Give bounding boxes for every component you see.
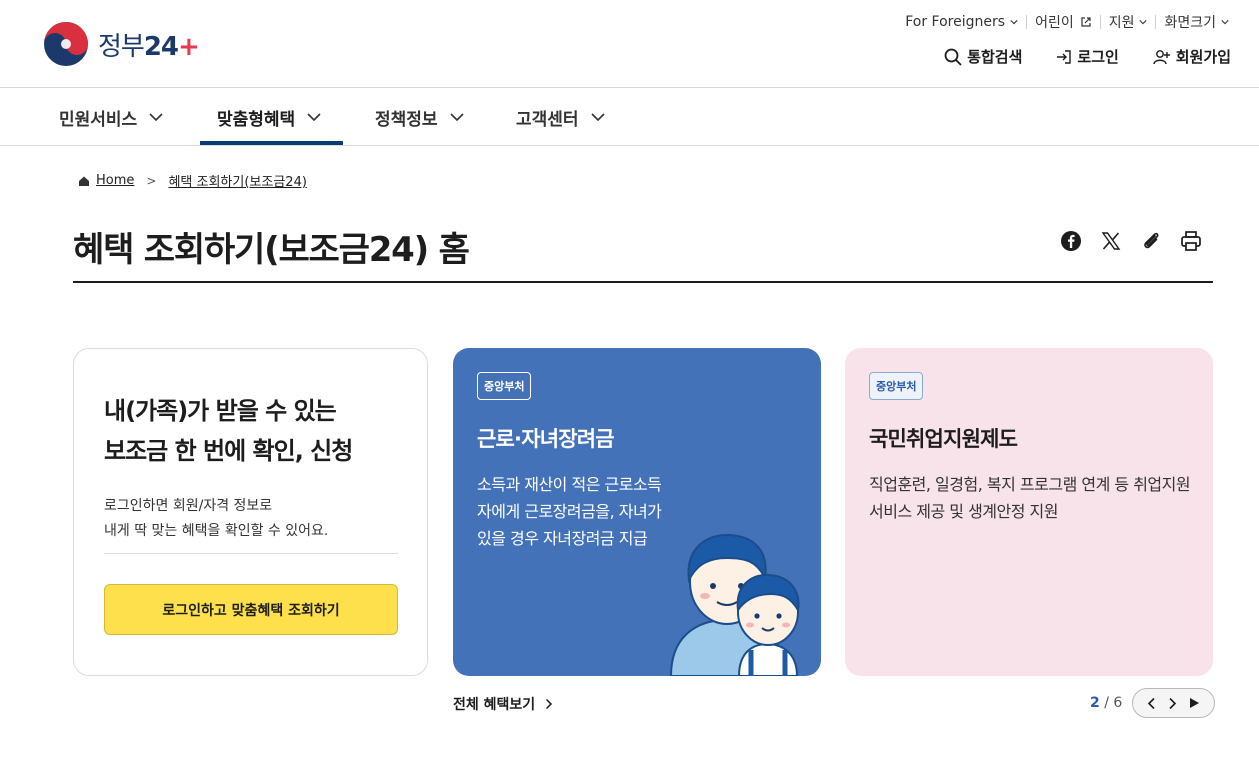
prev-button[interactable]: [1147, 697, 1156, 710]
page-title: 혜택 조회하기(보조금24) 홈: [73, 230, 470, 270]
login-and-check-benefits-button[interactable]: 로그인하고 맞춤혜택 조회하기: [104, 584, 398, 635]
link-icon[interactable]: [1138, 228, 1164, 254]
search-label: 통합검색: [967, 48, 1023, 66]
view-all-label: 전체 혜택보기: [453, 697, 536, 713]
breadcrumb-separator-icon: >: [146, 173, 157, 188]
login-button[interactable]: 로그인: [1056, 46, 1119, 67]
nav-label: 고객센터: [516, 109, 579, 130]
chevron-down-icon: [590, 112, 605, 121]
add-user-icon: [1153, 49, 1170, 64]
for-foreigners-menu[interactable]: For Foreigners: [897, 14, 1026, 30]
login-icon: [1057, 49, 1072, 64]
chevron-right-icon: [546, 698, 553, 710]
login-card-title: 내(가족)가 받을 수 있는 보조금 한 번에 확인, 신청: [104, 397, 353, 465]
chevron-down-icon: [1139, 20, 1148, 25]
for-foreigners-label: For Foreigners: [905, 14, 1006, 30]
benefit-card-earned-income[interactable]: 중앙부처 근로·자녀장려금 소득과 재산이 적은 근로소득자에게 근로장려금을,…: [453, 348, 821, 676]
signup-button[interactable]: 회원가입: [1153, 46, 1231, 67]
nav-label: 맞춤형혜택: [217, 109, 296, 130]
facebook-icon[interactable]: [1058, 228, 1084, 254]
divider: [104, 553, 398, 554]
support-menu[interactable]: 지원: [1101, 12, 1156, 32]
breadcrumb-current[interactable]: 혜택 조회하기(보조금24): [168, 171, 306, 190]
main-navigation: 민원서비스 맞춤형혜택 정책정보 고객센터: [0, 88, 1259, 146]
logo-text: 정부24+: [98, 31, 200, 62]
screen-size-label: 화면크기: [1164, 15, 1216, 31]
benefit-title: 근로·자녀장려금: [477, 427, 615, 451]
next-button[interactable]: [1168, 697, 1177, 710]
view-all-benefits-link[interactable]: 전체 혜택보기: [453, 694, 553, 714]
external-link-icon: [1081, 17, 1091, 27]
breadcrumb-home[interactable]: Home: [78, 173, 134, 188]
carousel-counter: 2 / 6: [1090, 695, 1123, 711]
kids-label: 어린이: [1035, 15, 1074, 31]
carousel-controls: [1132, 688, 1216, 718]
support-label: 지원: [1108, 15, 1135, 31]
login-label: 로그인: [1077, 48, 1119, 66]
home-icon: [79, 176, 89, 186]
chevron-down-icon: [1221, 20, 1229, 25]
chevron-down-icon: [307, 112, 321, 121]
x-icon[interactable]: [1098, 228, 1124, 254]
play-icon: [1190, 698, 1200, 708]
nav-civil-services[interactable]: 민원서비스: [59, 88, 163, 146]
benefit-title: 국민취업지원제도: [869, 427, 1018, 451]
benefit-card-employment-support[interactable]: 중앙부처 국민취업지원제도 직업훈련, 일경험, 복지 프로그램 연계 등 취업…: [845, 348, 1213, 676]
search-icon: [944, 48, 962, 66]
gov24-logo[interactable]: 정부24+: [42, 20, 200, 68]
chevron-down-icon: [149, 112, 163, 121]
category-badge: 중앙부처: [869, 372, 924, 400]
breadcrumb-home-label: Home: [96, 173, 135, 188]
header: 정부24+ For Foreigners 어린이 지원 화면크기 통합검색 로그…: [0, 0, 1259, 88]
nav-custom-benefits[interactable]: 맞춤형혜택: [217, 88, 321, 146]
header-actions: 통합검색 로그인 회원가입: [910, 46, 1231, 67]
benefit-description: 소득과 재산이 적은 근로소득자에게 근로장려금을, 자녀가 있을 경우 자녀장…: [477, 475, 662, 548]
play-button[interactable]: [1189, 697, 1200, 709]
kids-link[interactable]: 어린이: [1027, 12, 1100, 32]
chevron-left-icon: [1148, 697, 1155, 709]
benefit-description: 직업훈련, 일경험, 복지 프로그램 연계 등 취업지원서비스 제공 및 생계안…: [869, 475, 1191, 521]
title-divider: [73, 281, 1213, 283]
login-prompt-card: 내(가족)가 받을 수 있는 보조금 한 번에 확인, 신청 로그인하면 회원/…: [73, 348, 428, 676]
active-tab-indicator: [200, 141, 343, 145]
search-button[interactable]: 통합검색: [944, 46, 1022, 67]
nav-label: 민원서비스: [59, 109, 138, 130]
login-card-description: 로그인하면 회원/자격 정보로 내게 딱 맞는 혜택을 확인할 수 있어요.: [104, 498, 329, 539]
nav-label: 정책정보: [375, 109, 438, 130]
screen-size-menu[interactable]: 화면크기: [1156, 12, 1237, 32]
chevron-right-icon: [1169, 697, 1177, 709]
category-badge: 중앙부처: [477, 372, 532, 400]
chevron-down-icon: [1010, 20, 1018, 25]
utility-menu: For Foreigners 어린이 지원 화면크기: [897, 12, 1237, 32]
share-tools: [1058, 228, 1218, 254]
father-child-illustration: [669, 533, 800, 676]
taegeuk-logo-icon: [44, 22, 88, 66]
signup-label: 회원가입: [1175, 48, 1231, 66]
nav-policy-info[interactable]: 정책정보: [375, 88, 464, 146]
carousel-pager: 2 / 6: [1090, 688, 1216, 718]
chevron-down-icon: [449, 112, 464, 121]
nav-customer-center[interactable]: 고객센터: [516, 88, 605, 146]
print-icon[interactable]: [1178, 228, 1204, 254]
breadcrumb: Home > 혜택 조회하기(보조금24): [78, 171, 307, 190]
